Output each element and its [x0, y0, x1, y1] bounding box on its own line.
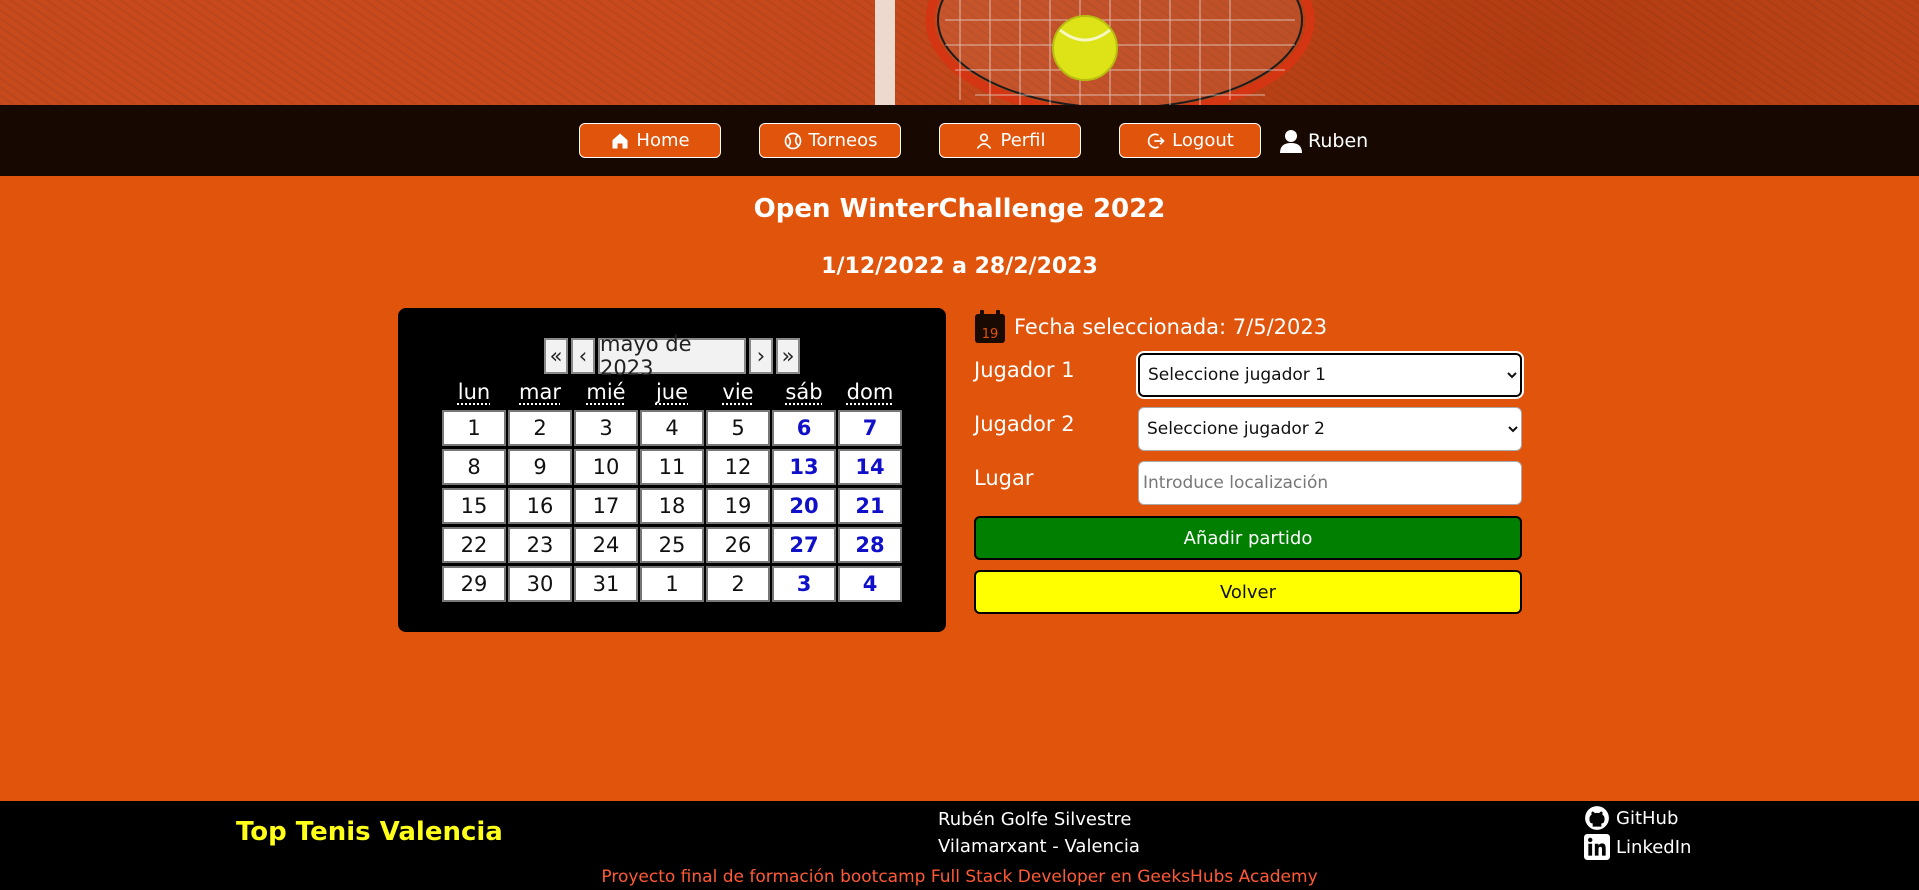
weekday-label: lun — [457, 380, 491, 404]
player2-select[interactable]: Seleccione jugador 2 — [1138, 407, 1522, 451]
linkedin-link[interactable]: LinkedIn — [1584, 834, 1691, 860]
nav-home-button[interactable]: Home — [579, 123, 721, 158]
calendar-day[interactable]: 26 — [706, 527, 770, 563]
calendar-day[interactable]: 11 — [640, 449, 704, 485]
weekday-label: mié — [586, 380, 626, 404]
nav-logout-label: Logout — [1172, 130, 1234, 151]
next-year-button[interactable]: » — [776, 338, 800, 374]
weekday-label: vie — [722, 380, 754, 404]
calendar-day-weekend[interactable]: 21 — [838, 488, 902, 524]
calendar-day[interactable]: 24 — [574, 527, 638, 563]
github-icon — [1585, 806, 1609, 830]
weekday-label: dom — [846, 380, 894, 404]
calendar-day[interactable]: 12 — [706, 449, 770, 485]
calendar-day-weekend[interactable]: 13 — [772, 449, 836, 485]
calendar-navigation: « ‹ mayo de 2023 › » — [398, 332, 946, 380]
match-date-calendar: « ‹ mayo de 2023 › » lun mar mié jue vie… — [398, 308, 946, 632]
calendar-day[interactable]: 19 — [706, 488, 770, 524]
tournament-dates: 1/12/2022 a 28/2/2023 — [821, 254, 1098, 279]
weekday-label: jue — [655, 380, 689, 404]
selected-date-text: Fecha seleccionada: 7/5/2023 — [1014, 315, 1328, 339]
calendar-icon: 19 — [975, 310, 1005, 343]
nav-perfil-button[interactable]: Perfil — [939, 123, 1081, 158]
place-input[interactable] — [1138, 461, 1522, 505]
calendar-day[interactable]: 4 — [640, 410, 704, 446]
calendar-day[interactable]: 25 — [640, 527, 704, 563]
calendar-day[interactable]: 29 — [442, 566, 506, 602]
linkedin-label: LinkedIn — [1616, 836, 1692, 858]
github-link[interactable]: GitHub — [1584, 805, 1678, 831]
nav-torneos-label: Torneos — [808, 130, 878, 151]
header-banner-image — [0, 0, 1919, 105]
add-match-button[interactable]: Añadir partido — [974, 516, 1522, 560]
selected-date: 19 Fecha seleccionada: 7/5/2023 — [974, 310, 1327, 344]
next-month-button[interactable]: › — [749, 338, 773, 374]
calendar-day[interactable]: 2 — [508, 410, 572, 446]
calendar-days-grid: 1 2 3 4 5 6 7 8 9 10 11 12 13 14 15 16 1… — [442, 410, 904, 602]
footer-credit: Proyecto final de formación bootcamp Ful… — [601, 867, 1318, 887]
nav-logout-button[interactable]: Logout — [1119, 123, 1261, 158]
calendar-day[interactable]: 15 — [442, 488, 506, 524]
nav-home-label: Home — [636, 130, 690, 151]
calendar-day-weekend[interactable]: 3 — [772, 566, 836, 602]
footer-author: Rubén Golfe Silvestre — [938, 809, 1132, 830]
prev-month-button[interactable]: ‹ — [571, 338, 595, 374]
logout-icon — [1148, 133, 1165, 148]
calendar-day-weekend[interactable]: 7 — [838, 410, 902, 446]
player1-label: Jugador 1 — [974, 358, 1075, 382]
calendar-day[interactable]: 1 — [640, 566, 704, 602]
weekday-label: mar — [519, 380, 561, 404]
calendar-day[interactable]: 3 — [574, 410, 638, 446]
nav-perfil-label: Perfil — [1000, 130, 1046, 151]
calendar-day[interactable]: 2 — [706, 566, 770, 602]
home-icon — [612, 133, 628, 148]
calendar-icon-number: 19 — [982, 327, 999, 342]
calendar-day[interactable]: 1 — [442, 410, 506, 446]
calendar-day-weekend[interactable]: 28 — [838, 527, 902, 563]
calendar-day[interactable]: 16 — [508, 488, 572, 524]
calendar-day[interactable]: 18 — [640, 488, 704, 524]
calendar-day[interactable]: 9 — [508, 449, 572, 485]
calendar-day[interactable]: 30 — [508, 566, 572, 602]
month-label-button[interactable]: mayo de 2023 — [598, 332, 746, 380]
weekday-header: lun mar mié jue vie sáb dom — [442, 380, 904, 404]
weekday-label: sáb — [785, 380, 823, 404]
player2-label: Jugador 2 — [974, 412, 1075, 436]
calendar-day-weekend[interactable]: 27 — [772, 527, 836, 563]
calendar-day-weekend[interactable]: 14 — [838, 449, 902, 485]
footer-brand: Top Tenis Valencia — [236, 817, 503, 847]
calendar-day-weekend[interactable]: 4 — [838, 566, 902, 602]
calendar-day[interactable]: 31 — [574, 566, 638, 602]
main-navbar: Home Torneos Perfil Logout Ruben — [0, 105, 1919, 176]
player1-select[interactable]: Seleccione jugador 1 — [1136, 351, 1524, 399]
calendar-day[interactable]: 10 — [574, 449, 638, 485]
current-user-name: Ruben — [1308, 129, 1369, 152]
back-button[interactable]: Volver — [974, 570, 1522, 614]
place-label: Lugar — [974, 466, 1034, 490]
calendar-day-weekend[interactable]: 20 — [772, 488, 836, 524]
calendar-day[interactable]: 5 — [706, 410, 770, 446]
calendar-day[interactable]: 22 — [442, 527, 506, 563]
tennis-ball-icon — [784, 132, 801, 149]
footer-location: Vilamarxant - Valencia — [938, 836, 1140, 857]
current-user: Ruben — [1280, 123, 1368, 158]
tournament-title: Open WinterChallenge 2022 — [753, 194, 1166, 224]
github-label: GitHub — [1616, 807, 1679, 829]
nav-torneos-button[interactable]: Torneos — [759, 123, 901, 158]
linkedin-icon — [1584, 834, 1610, 860]
calendar-day[interactable]: 17 — [574, 488, 638, 524]
prev-year-button[interactable]: « — [544, 338, 568, 374]
user-outline-icon — [977, 133, 992, 149]
tennis-racket-ball-illustration — [875, 0, 1315, 105]
calendar-day[interactable]: 8 — [442, 449, 506, 485]
calendar-day-weekend[interactable]: 6 — [772, 410, 836, 446]
page-footer: Top Tenis Valencia Rubén Golfe Silvestre… — [0, 801, 1919, 890]
calendar-day[interactable]: 23 — [508, 527, 572, 563]
user-icon — [1280, 129, 1302, 153]
